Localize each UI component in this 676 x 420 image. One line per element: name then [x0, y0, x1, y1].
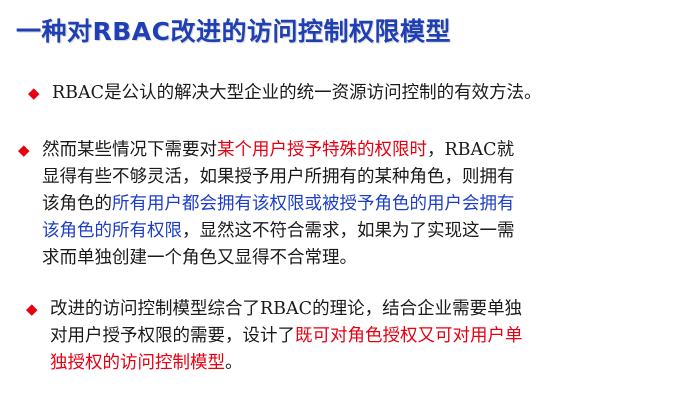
bullet-1-text: RBAC是公认的解决大型企业的统一资源访问控制的有效方法。 [28, 80, 658, 107]
diamond-bullet-icon: ◆ [26, 300, 38, 318]
text-segment: 该角色的 [42, 194, 112, 214]
bullet-2-line-2: 显得有些不够灵活，如果授予用户所拥有的某种角色，则拥有 [42, 167, 515, 187]
text-segment: 对用户授予权限的需要，设计了 [50, 326, 295, 346]
bullet-3-line-2: 对用户授予权限的需要，设计了既可对角色授权又可对用户单 [50, 323, 658, 350]
text-segment: 然而某些情况下需要对 [42, 140, 217, 160]
highlight-blue: 该角色的所有权限 [42, 221, 182, 241]
highlight-red: 某个用户授予特殊的权限时 [217, 140, 427, 160]
slide: 一种对RBAC改进的访问控制权限模型 ◆ RBAC是公认的解决大型企业的统一资源… [0, 0, 676, 420]
bullet-3-line-3: 独授权的访问控制模型。 [50, 350, 658, 377]
bullet-2: ◆ 然而某些情况下需要对某个用户授予特殊的权限时，RBAC就 显得有些不够灵活，… [18, 137, 658, 272]
slide-title: 一种对RBAC改进的访问控制权限模型 [16, 17, 452, 46]
text-segment: ，RBAC就 [427, 140, 515, 160]
highlight-blue: 所有用户都会拥有该权限或被授予角色的用户会拥有 [112, 194, 515, 214]
bullet-1-line-1: RBAC是公认的解决大型企业的统一资源访问控制的有效方法。 [52, 83, 542, 103]
diamond-bullet-icon: ◆ [28, 84, 40, 102]
bullet-2-line-3: 该角色的所有用户都会拥有该权限或被授予角色的用户会拥有 [42, 191, 658, 218]
bullet-1: ◆ RBAC是公认的解决大型企业的统一资源访问控制的有效方法。 [28, 80, 658, 107]
text-segment: ，显然这不符合需求，如果为了实现这一需 [182, 221, 515, 241]
text-segment: 。 [225, 353, 243, 373]
bullet-2-text: 然而某些情况下需要对某个用户授予特殊的权限时，RBAC就 显得有些不够灵活，如果… [18, 137, 658, 272]
highlight-red: 既可对角色授权又可对用户单 [295, 326, 523, 346]
diamond-bullet-icon: ◆ [18, 141, 30, 159]
bullet-2-line-1: 然而某些情况下需要对某个用户授予特殊的权限时，RBAC就 [42, 137, 658, 164]
highlight-red: 独授权的访问控制模型 [50, 353, 225, 373]
bullet-3-line-1: 改进的访问控制模型综合了RBAC的理论，结合企业需要单独 [50, 299, 523, 319]
bullet-3: ◆ 改进的访问控制模型综合了RBAC的理论，结合企业需要单独 对用户授予权限的需… [26, 296, 658, 377]
bullet-3-text: 改进的访问控制模型综合了RBAC的理论，结合企业需要单独 对用户授予权限的需要，… [26, 296, 658, 377]
bullet-2-line-5: 求而单独创建一个角色又显得不合常理。 [42, 248, 357, 268]
bullet-2-line-4: 该角色的所有权限，显然这不符合需求，如果为了实现这一需 [42, 218, 658, 245]
